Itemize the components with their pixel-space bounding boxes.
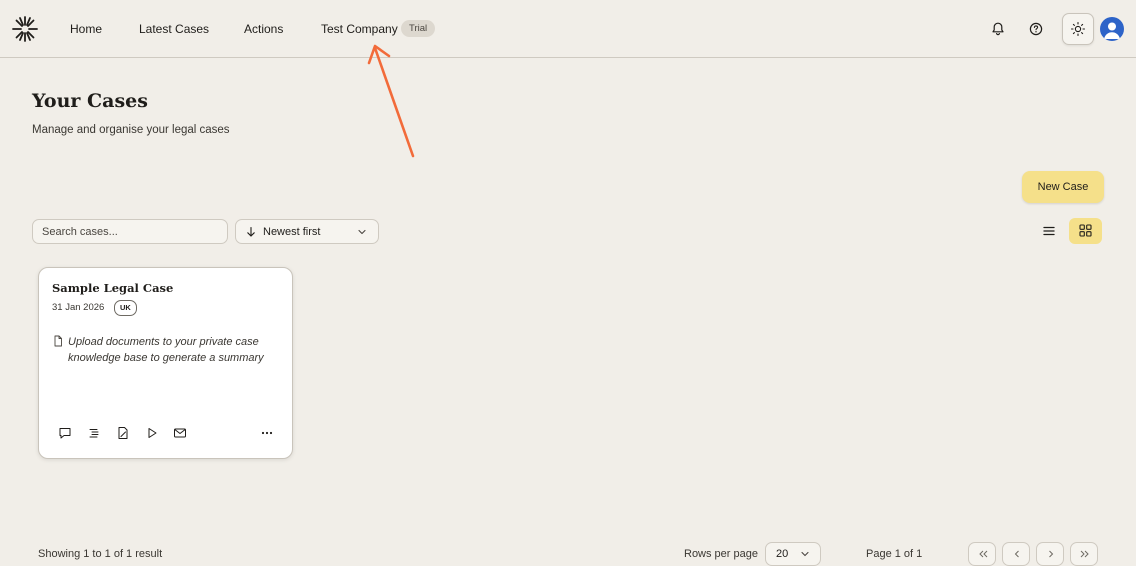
rows-per-page-select[interactable]: 20 [765,542,821,566]
help-icon[interactable] [1027,20,1045,38]
case-card[interactable]: Sample Legal Case 31 Jan 2026 UK Upload … [38,267,293,459]
case-title[interactable]: Sample Legal Case [52,281,173,295]
page-title: Your Cases [32,90,148,112]
theme-toggle-button[interactable] [1062,13,1094,45]
case-date: 31 Jan 2026 [52,302,105,313]
sort-dropdown[interactable]: Newest first [235,219,379,244]
play-icon[interactable] [145,426,159,440]
nav-actions[interactable]: Actions [244,22,283,36]
trial-badge: Trial [401,20,436,37]
list-view-icon[interactable] [1040,222,1058,240]
case-summary: Upload documents to your private case kn… [68,336,264,364]
chevron-down-icon [358,229,366,235]
draft-icon[interactable] [116,426,130,440]
previous-page-button[interactable] [1002,542,1030,566]
results-summary: Showing 1 to 1 of 1 result [38,548,163,560]
more-options-icon[interactable] [260,426,274,440]
company-switcher[interactable]: Test Company [321,22,398,36]
grid-icon [1079,224,1092,237]
sun-icon [1070,21,1086,37]
chevron-down-icon [801,551,809,557]
arrow-down-icon [247,226,255,237]
rows-per-page-label: Rows per page [684,548,758,560]
user-icon [1104,22,1120,39]
document-icon [54,335,62,347]
chat-icon[interactable] [58,426,72,440]
search-input[interactable] [32,219,228,244]
user-avatar[interactable] [1100,17,1124,41]
jurisdiction-badge: UK [114,300,137,316]
first-page-button[interactable] [968,542,996,566]
new-case-button[interactable]: New Case [1022,171,1104,203]
grid-view-button[interactable] [1069,218,1102,244]
nav-latest-cases[interactable]: Latest Cases [139,22,209,36]
chevron-right-icon [1049,550,1054,558]
page-info: Page 1 of 1 [866,548,923,560]
rows-per-page-value: 20 [776,548,789,560]
double-chevron-left-icon [979,550,988,558]
logo-icon[interactable] [12,16,38,42]
top-navigation-bar: Home Latest Cases Actions Test Company T… [0,0,1136,58]
last-page-button[interactable] [1070,542,1098,566]
page-subtitle: Manage and organise your legal cases [32,124,230,136]
sort-selected-label: Newest first [263,226,321,238]
outline-icon[interactable] [87,426,101,440]
chevron-left-icon [1014,550,1019,558]
notifications-bell-icon[interactable] [989,20,1007,38]
next-page-button[interactable] [1036,542,1064,566]
mail-icon[interactable] [173,426,187,440]
double-chevron-right-icon [1080,550,1089,558]
nav-home[interactable]: Home [70,22,102,36]
